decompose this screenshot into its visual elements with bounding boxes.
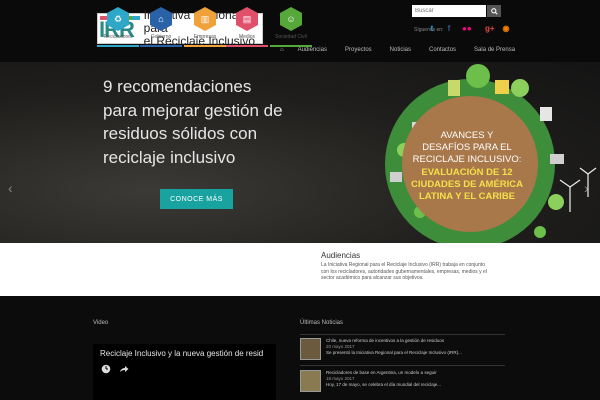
clock-icon[interactable] [101, 364, 111, 374]
news-divider [300, 334, 505, 335]
flickr-icon[interactable]: ●● [462, 24, 472, 33]
hero-graphic: AVANCES Y DESAFÍOS PARA EL RECICLAJE INC… [385, 64, 597, 249]
government-icon: ⌂ [150, 7, 172, 31]
googleplus-icon[interactable]: g+ [485, 24, 495, 33]
audience-medios[interactable]: ▤ Medios [226, 7, 268, 47]
news-thumbnail[interactable] [300, 338, 321, 360]
search-icon [490, 7, 498, 15]
audience-label: Medios [238, 34, 256, 40]
graphic-line6: LATINA Y EL CARIBE [419, 191, 515, 202]
audience-empresas[interactable]: ▥ Empresas [184, 7, 226, 47]
audience-underline [97, 45, 139, 47]
audience-label: Empresas [193, 34, 217, 40]
audience-underline [184, 45, 226, 47]
graphic-line5: CIUDADES DE AMÉRICA [411, 179, 523, 190]
nav-item-noticias[interactable]: Noticias [390, 47, 411, 53]
nav-item-audiencias[interactable]: Audiencias [298, 47, 327, 53]
graphic-line2: DESAFÍOS PARA EL [422, 142, 512, 153]
audience-underline [226, 45, 268, 47]
audiences-description: La Iniciativa Regional para el Reciclaje… [321, 262, 487, 281]
slider-prev-arrow[interactable]: ‹ [8, 180, 13, 196]
audience-label: Sociedad Civil [275, 34, 307, 40]
conoce-mas-button[interactable]: CONOCE MÁS [160, 189, 233, 209]
search-input[interactable] [412, 5, 486, 17]
home-icon[interactable]: ⌂ [280, 47, 284, 53]
audience-recicladores[interactable]: ♻ Recicladores [97, 7, 139, 47]
audience-sociedad-civil[interactable]: ☺ Sociedad Civil [270, 7, 312, 47]
news-section-title: Últimas Noticias [300, 320, 344, 326]
graphic-line1: AVANCES Y [441, 130, 494, 141]
audience-underline [270, 45, 312, 47]
audience-gobierno[interactable]: ⌂ Gobierno [140, 7, 182, 47]
recycle-icon: ♻ [107, 7, 129, 31]
audiences-heading: Audiencias [321, 251, 361, 260]
nav-item-proyectos[interactable]: Proyectos [345, 47, 372, 53]
book-icon: ▤ [236, 7, 258, 31]
audience-label: Gobierno [150, 34, 172, 40]
nav-item-sala-de-prensa[interactable]: Sala de Prensa [474, 47, 515, 53]
audiences-bar [0, 243, 600, 296]
news-excerpt: Hoy, 17 de mayo, se celebra el día mundi… [326, 382, 441, 387]
facebook-icon[interactable]: f [445, 24, 453, 33]
nav-item-contactos[interactable]: Contactos [429, 47, 456, 53]
people-icon: ☺ [280, 7, 302, 31]
wind-turbines [559, 167, 597, 212]
news-thumbnail[interactable] [300, 370, 321, 392]
twitter-icon[interactable]: t [428, 24, 436, 33]
news-divider [300, 365, 505, 366]
graphic-line3: RECICLAJE INCLUSIVO: [413, 154, 522, 165]
social-links: t f ●● g+ ◉ [428, 24, 510, 33]
search-button[interactable] [487, 5, 501, 17]
main-nav: ⌂ Audiencias Proyectos Noticias Contacto… [280, 47, 533, 53]
building-icon: ▥ [194, 7, 216, 31]
news-excerpt: Se presentó la Iniciativa Regional para … [326, 350, 462, 355]
video-section-title: Video [93, 320, 109, 326]
news-text: Recicladores de base en Argentina, un mo… [326, 370, 506, 388]
share-icon[interactable] [119, 364, 129, 374]
graphic-line4: EVALUACIÓN DE 12 [421, 166, 512, 178]
news-item[interactable]: Chile, nueva reforma de incentivos a la … [300, 338, 505, 360]
news-item[interactable]: Recicladores de base en Argentina, un mo… [300, 370, 505, 392]
video-title[interactable]: Reciclaje Inclusivo y la nueva gestión d… [100, 349, 276, 358]
audience-label: Recicladores [103, 34, 133, 40]
rss-icon[interactable]: ◉ [502, 24, 510, 33]
news-text: Chile, nueva reforma de incentivos a la … [326, 338, 506, 356]
hero-title: 9 recomendaciones para mejorar gestión d… [103, 77, 283, 167]
audience-underline [140, 45, 182, 47]
